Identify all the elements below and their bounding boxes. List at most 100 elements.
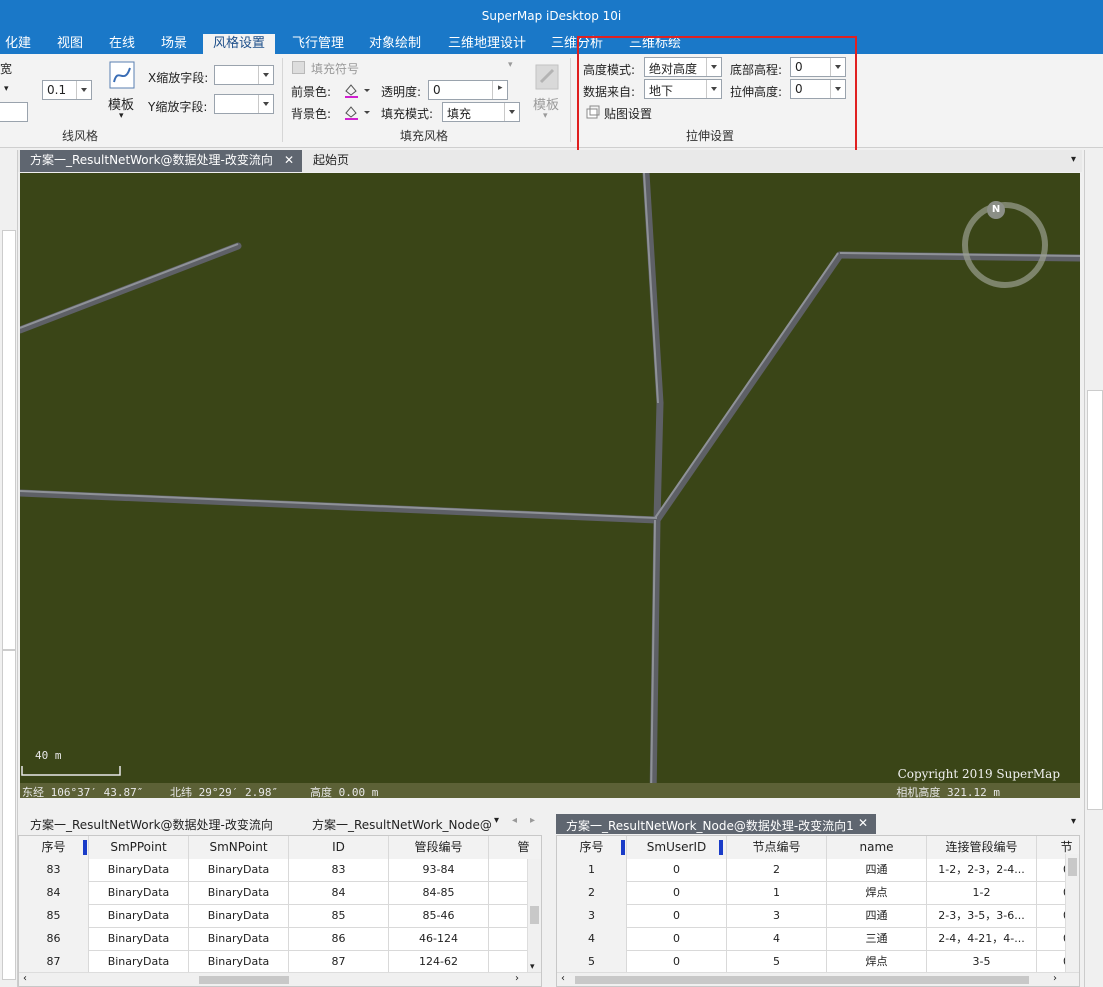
extrude-height-combo[interactable]: 0 — [790, 79, 846, 99]
table-cell[interactable]: BinaryData — [89, 928, 189, 951]
column-header[interactable]: 管 — [489, 836, 541, 859]
chevron-right-icon[interactable]: › — [515, 973, 519, 984]
table-cell[interactable]: 46-124 — [389, 928, 489, 951]
table-cell[interactable]: 1 — [727, 882, 827, 905]
fill-template-dd-icon[interactable]: ▾ — [543, 111, 548, 121]
chevron-left-icon[interactable]: ◂ — [512, 815, 517, 826]
row-index-cell[interactable]: 85 — [19, 905, 89, 928]
table-cell[interactable]: 85 — [289, 905, 389, 928]
fill-symbol-dd-icon[interactable]: ▾ — [508, 60, 513, 70]
table-cell[interactable]: 5 — [727, 951, 827, 974]
table-cell[interactable]: 86 — [289, 928, 389, 951]
table-cell[interactable]: 1-2，2-3，2-4... — [927, 859, 1037, 882]
transparency-spinner[interactable]: 0 — [428, 80, 508, 100]
tab-list-dropdown-icon[interactable]: ▾ — [1071, 154, 1076, 165]
left-table-vscroll[interactable]: ▾ — [527, 859, 541, 974]
tab-style-settings[interactable]: 风格设置 — [203, 34, 275, 54]
table-row[interactable]: 201焊点1-20 — [557, 882, 1079, 905]
row-index-cell[interactable]: 83 — [19, 859, 89, 882]
left-table-tab-2[interactable]: 方案一_ResultNetWork_Node@数 — [312, 816, 492, 833]
table-cell[interactable]: 83 — [289, 859, 389, 882]
table-row[interactable]: 86 BinaryData BinaryData 86 46-124 — [19, 928, 541, 951]
close-icon[interactable]: ✕ — [284, 150, 294, 171]
chevron-down-icon[interactable]: ▾ — [494, 815, 499, 826]
column-header[interactable]: name — [827, 836, 927, 859]
scene-viewport[interactable]: N 40 m Copyright 2019 SuperMap 东经 106°37… — [20, 173, 1080, 798]
row-index-cell[interactable]: 2 — [557, 882, 627, 905]
row-index-cell[interactable]: 1 — [557, 859, 627, 882]
x-scale-combo[interactable] — [214, 65, 274, 85]
line-width-dd-arrow-icon[interactable]: ▾ — [4, 84, 9, 94]
column-header[interactable]: 序号 — [557, 836, 627, 859]
chevron-down-icon[interactable] — [830, 80, 845, 98]
table-cell[interactable]: 0 — [627, 859, 727, 882]
left-dock-panel[interactable] — [0, 150, 18, 987]
table-cell[interactable]: 124-62 — [389, 951, 489, 974]
close-icon[interactable]: ✕ — [858, 816, 868, 830]
chevron-right-icon[interactable]: › — [1053, 973, 1057, 984]
right-table-vscroll[interactable] — [1065, 854, 1079, 974]
table-cell[interactable]: 4 — [727, 928, 827, 951]
column-header[interactable]: 连接管段编号 — [927, 836, 1037, 859]
bottom-altitude-combo[interactable]: 0 — [790, 57, 846, 77]
table-cell[interactable]: 四通 — [827, 905, 927, 928]
row-index-cell[interactable]: 87 — [19, 951, 89, 974]
tab-online[interactable]: 在线 — [100, 34, 144, 54]
line-template-icon[interactable] — [108, 60, 136, 90]
tab-view[interactable]: 视图 — [48, 34, 92, 54]
right-table-hscroll[interactable]: ‹ › — [557, 972, 1079, 986]
tab-3d-design[interactable]: 三维地理设计 — [440, 34, 534, 54]
column-header[interactable]: 管段编号 — [389, 836, 489, 859]
column-header[interactable]: SmUserID — [627, 836, 727, 859]
table-cell[interactable]: 85-46 — [389, 905, 489, 928]
left-attribute-table[interactable]: 序号 SmPPoint SmNPoint ID 管段编号 管 83 BinaryD… — [18, 835, 542, 987]
table-row[interactable]: 404三通2-4，4-21，4-...0 — [557, 928, 1079, 951]
table-cell[interactable]: BinaryData — [189, 859, 289, 882]
left-table-hscroll[interactable]: ‹ › — [19, 972, 541, 986]
scroll-thumb[interactable] — [575, 976, 1029, 984]
row-index-cell[interactable]: 4 — [557, 928, 627, 951]
chevron-left-icon[interactable]: ‹ — [23, 973, 27, 984]
fill-mode-combo[interactable]: 填充 — [442, 102, 520, 122]
right-table-tab[interactable]: 方案一_ResultNetWork_Node@数据处理-改变流向1 ✕ — [556, 814, 876, 834]
chevron-down-icon[interactable] — [504, 103, 519, 121]
table-cell[interactable]: BinaryData — [89, 859, 189, 882]
right-dock-panel[interactable] — [1084, 150, 1103, 987]
fill-template-icon[interactable] — [533, 62, 561, 92]
table-cell[interactable]: BinaryData — [89, 905, 189, 928]
tab-3d-plot[interactable]: 三维标绘 — [620, 34, 690, 54]
table-row[interactable]: 87 BinaryData BinaryData 87 124-62 — [19, 951, 541, 974]
height-mode-combo[interactable]: 绝对高度 — [644, 57, 722, 77]
table-cell[interactable]: BinaryData — [189, 951, 289, 974]
row-index-cell[interactable]: 3 — [557, 905, 627, 928]
template-dd-icon[interactable]: ▾ — [119, 111, 124, 121]
table-cell[interactable]: 三通 — [827, 928, 927, 951]
right-attribute-table[interactable]: 序号 SmUserID 节点编号 name 连接管段编号 节 1 0 2 四通 1-2，… — [556, 835, 1080, 987]
y-scale-combo[interactable] — [214, 94, 274, 114]
compass-icon[interactable] — [962, 201, 1048, 288]
column-header[interactable]: SmPPoint — [89, 836, 189, 859]
column-header[interactable]: SmNPoint — [189, 836, 289, 859]
scroll-thumb[interactable] — [1068, 858, 1077, 876]
table-cell[interactable]: BinaryData — [189, 905, 289, 928]
chevron-down-icon[interactable] — [706, 58, 721, 76]
column-header[interactable]: 序号 — [19, 836, 89, 859]
table-cell[interactable]: 3 — [727, 905, 827, 928]
table-cell[interactable]: 四通 — [827, 859, 927, 882]
left-table-tab-1[interactable]: 方案一_ResultNetWork@数据处理-改变流向 — [30, 816, 273, 833]
fill-symbol-icon[interactable] — [292, 61, 305, 74]
table-cell[interactable]: 2-3，3-5，3-6... — [927, 905, 1037, 928]
chevron-right-icon[interactable]: ▸ — [530, 815, 535, 826]
tab-modeling[interactable]: 化建模 — [0, 34, 36, 70]
scroll-thumb[interactable] — [530, 906, 539, 924]
fore-color-picker[interactable] — [343, 82, 373, 100]
row-index-cell[interactable]: 86 — [19, 928, 89, 951]
table-cell[interactable]: 焊点 — [827, 882, 927, 905]
tab-3d-analysis[interactable]: 三维分析 — [543, 34, 611, 54]
table-cell[interactable]: 84-85 — [389, 882, 489, 905]
table-cell[interactable]: 0 — [627, 882, 727, 905]
table-cell[interactable]: 93-84 — [389, 859, 489, 882]
table-cell[interactable]: 87 — [289, 951, 389, 974]
chevron-down-icon[interactable]: ▾ — [1071, 816, 1076, 827]
tab-object-draw[interactable]: 对象绘制 — [360, 34, 430, 54]
